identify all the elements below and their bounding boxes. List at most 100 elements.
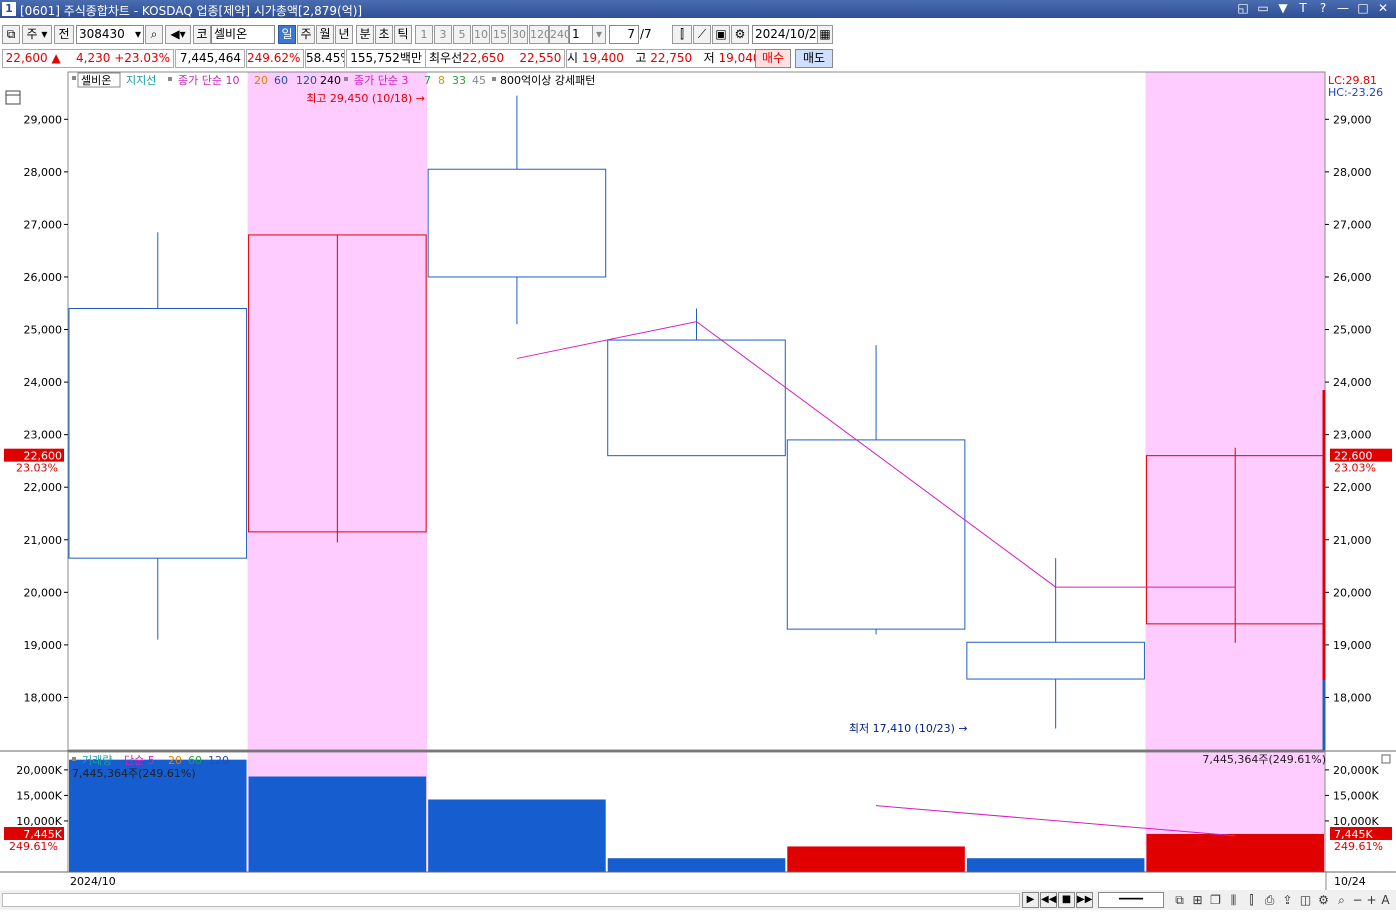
interval-button-0[interactable]: 1: [415, 25, 433, 44]
print-icon[interactable]: ⎙: [1262, 892, 1277, 908]
quote-price-change: 22,600 ▲ 4,230 +23.03%: [2, 49, 174, 68]
count-total: /7: [640, 27, 652, 41]
sound-icon[interactable]: ◀▾: [165, 25, 191, 44]
window-icon[interactable]: ▭: [1256, 1, 1270, 16]
interval-button-6[interactable]: 120: [529, 25, 549, 44]
volume-axis-label-right: 15,000K: [1333, 789, 1379, 802]
tab-period-3[interactable]: 년: [335, 25, 353, 44]
count-input[interactable]: 7: [609, 25, 639, 44]
font-size-icon[interactable]: A: [1378, 892, 1393, 908]
price-axis-label-left: 28,000: [24, 166, 63, 179]
high-label: 고: [635, 51, 647, 65]
high-value: 22,750: [650, 51, 693, 65]
amount-value: 155,752백만: [346, 49, 426, 68]
candle-icon[interactable]: ⫿: [672, 25, 692, 44]
settings-small-icon[interactable]: ⚙: [1316, 892, 1331, 908]
export-icon[interactable]: ⇪: [1280, 892, 1295, 908]
price-axis-label-right: 18,000: [1333, 691, 1372, 704]
scroll-right-icon[interactable]: ▶: [1022, 892, 1039, 908]
legend-ma33: 33: [452, 74, 466, 87]
volume-axis-label-right: 10,000K: [1333, 815, 1379, 828]
trend-icon[interactable]: ⟋: [693, 25, 711, 44]
restore-layout-icon[interactable]: ◱: [1236, 1, 1250, 16]
zoom-search-icon[interactable]: ⌕: [1334, 892, 1349, 908]
price-chart[interactable]: 29,000 29,000 28,000 28,000 27,000 27,000 26,0…: [0, 70, 1396, 890]
copy-icon[interactable]: ❐: [1208, 892, 1223, 908]
tab-period-5[interactable]: 초: [375, 25, 393, 44]
interval-button-3[interactable]: 10: [472, 25, 490, 44]
legend-square: [72, 76, 76, 80]
interval-button-7[interactable]: 240: [549, 25, 569, 44]
sell-button[interactable]: 매도: [795, 49, 833, 68]
help-icon[interactable]: ?: [1316, 1, 1330, 16]
scroll-track[interactable]: [2, 893, 1020, 907]
zoom-out-icon[interactable]: −: [1350, 892, 1365, 908]
title-bar: 1 [0601] 주식종합차트 - KOSDAQ 업종[제약] 시가총액[2,8…: [0, 0, 1396, 18]
price-axis-label-right: 28,000: [1333, 166, 1372, 179]
candle-body: [786, 439, 966, 630]
tab-period-1[interactable]: 주: [297, 25, 315, 44]
legend-ma120: 120: [296, 74, 317, 87]
close-icon[interactable]: ✕: [1376, 1, 1390, 16]
price-axis-label-right: 24,000: [1333, 376, 1372, 389]
volume-legend-20: 20: [168, 754, 182, 767]
legend-ma240: 240: [320, 74, 341, 87]
pin-icon[interactable]: ▼: [1276, 1, 1290, 16]
tab-period-2[interactable]: 월: [316, 25, 334, 44]
zoom-in-icon[interactable]: +: [1364, 892, 1379, 908]
price-axis-label-right: 22,000: [1333, 481, 1372, 494]
legend-ma20: 20: [254, 74, 268, 87]
price-axis-label-left: 21,000: [24, 534, 63, 547]
interval-button-5[interactable]: 30: [510, 25, 528, 44]
grid-icon[interactable]: ⊞: [1190, 892, 1205, 908]
view-icon[interactable]: ◫: [1298, 892, 1313, 908]
tab-period-4[interactable]: 분: [356, 25, 374, 44]
price-axis-label-left: 19,000: [24, 639, 63, 652]
buy-button[interactable]: 매수: [755, 49, 791, 68]
tab-period-0[interactable]: 일: [278, 25, 296, 44]
scroll-left-icon[interactable]: ◀◀: [1040, 892, 1057, 908]
interval-value-input[interactable]: 1: [569, 25, 593, 44]
prev-button[interactable]: 전: [54, 25, 74, 44]
low-annotation: 최저 17,410 (10/23) →: [849, 722, 968, 735]
volume-bar: [1146, 833, 1324, 872]
volume-legend-60: 60: [188, 754, 202, 767]
interval-button-2[interactable]: 5: [453, 25, 471, 44]
tab-period-6[interactable]: 틱: [394, 25, 412, 44]
minimize-icon[interactable]: —: [1336, 1, 1350, 16]
save-icon[interactable]: ▣: [712, 25, 730, 44]
search-icon[interactable]: ⌕: [145, 25, 163, 44]
candle-body: [966, 641, 1145, 680]
high-annotation: 최고 29,450 (10/18) →: [306, 92, 425, 105]
zoom-slider[interactable]: ━━━━: [1098, 892, 1164, 908]
stock-name-field[interactable]: 셀비온: [211, 25, 275, 44]
fast-forward-icon[interactable]: ▶▶: [1076, 892, 1093, 908]
screen-select-icon[interactable]: ⧉: [2, 25, 20, 44]
market-select[interactable]: 주 ▾: [22, 25, 52, 44]
low-value: 19,040: [718, 51, 755, 65]
gear-icon[interactable]: ⚙: [731, 25, 749, 44]
layout-icon[interactable]: ⧉: [1172, 892, 1187, 908]
bars-icon[interactable]: ⫿: [1244, 892, 1259, 908]
calendar-icon[interactable]: ▦: [817, 25, 833, 44]
maximize-icon[interactable]: □: [1356, 1, 1370, 16]
stop-icon[interactable]: ■: [1058, 892, 1075, 908]
interval-dropdown-icon[interactable]: ▾: [592, 25, 606, 44]
hc-label: HC:-23.26: [1328, 86, 1383, 99]
best-label: 최우선: [429, 51, 463, 65]
volume-axis-label-left: 10,000K: [16, 815, 62, 828]
window-controls: ◱ ▭ ▼ T? — □ ✕: [1236, 1, 1390, 16]
price-axis-label-left: 20,000: [24, 586, 63, 599]
legend-ma3: 종가 단순 3: [354, 74, 408, 87]
font-icon[interactable]: T: [1296, 1, 1310, 16]
legend-square: [492, 77, 496, 81]
chart-type-icon[interactable]: ⫼: [1226, 892, 1241, 908]
price-axis-label-right: 20,000: [1333, 586, 1372, 599]
volume-pct: 249.62%: [246, 49, 304, 68]
interval-button-1[interactable]: 3: [434, 25, 452, 44]
interval-button-4[interactable]: 15: [491, 25, 509, 44]
price-axis-label-right: 29,000: [1333, 113, 1372, 126]
date-input[interactable]: 2024/10/24: [752, 25, 818, 44]
stock-type-label[interactable]: 코: [193, 25, 211, 44]
stock-code-input[interactable]: 308430 ▾: [76, 25, 144, 44]
